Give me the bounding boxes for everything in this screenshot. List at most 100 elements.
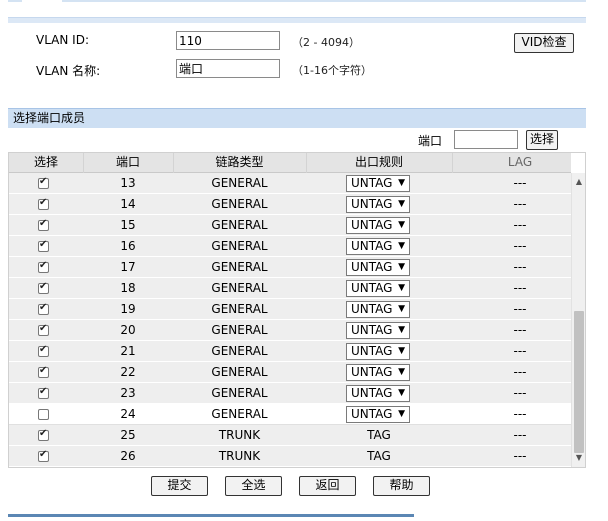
- port-member-checkbox[interactable]: [38, 365, 49, 378]
- link-type: GENERAL: [211, 260, 268, 274]
- port-member-checkbox[interactable]: [38, 197, 49, 210]
- lag-value: ---: [513, 260, 527, 274]
- dropdown-arrow-icon: ▼: [398, 220, 405, 230]
- port-number: 24: [120, 407, 136, 421]
- lag-value: ---: [513, 218, 527, 232]
- egress-rule-value: UNTAG: [351, 386, 393, 400]
- column-header-link-type: 链路类型: [215, 155, 264, 169]
- table-row: 14 GENERAL UNTAG ▼ ---: [9, 194, 571, 215]
- select-all-button[interactable]: 全选: [225, 476, 282, 496]
- vlan-name-input[interactable]: [176, 59, 280, 78]
- link-type: GENERAL: [211, 239, 268, 253]
- egress-rule-select[interactable]: UNTAG ▼: [346, 280, 410, 297]
- port-member-checkbox[interactable]: [38, 239, 49, 252]
- egress-rule-value: UNTAG: [351, 176, 393, 190]
- port-member-checkbox[interactable]: [38, 281, 49, 294]
- egress-rule-select[interactable]: UNTAG ▼: [346, 343, 410, 360]
- dropdown-arrow-icon: ▼: [398, 346, 405, 356]
- port-number: 23: [120, 386, 136, 400]
- egress-rule-value: TAG: [367, 449, 391, 463]
- egress-rule-select[interactable]: UNTAG ▼: [346, 385, 410, 402]
- submit-button[interactable]: 提交: [151, 476, 208, 496]
- lag-value: ---: [513, 323, 527, 337]
- egress-rule-select[interactable]: UNTAG ▼: [346, 322, 410, 339]
- link-type: GENERAL: [211, 218, 268, 232]
- port-member-checkbox[interactable]: [38, 409, 49, 420]
- table-row: 22 GENERAL UNTAG ▼ ---: [9, 362, 571, 383]
- link-type: TRUNK: [218, 428, 261, 442]
- table-row: 26 TRUNK TAG ---: [9, 446, 571, 467]
- dropdown-arrow-icon: ▼: [398, 199, 405, 209]
- egress-rule-value: UNTAG: [351, 218, 393, 232]
- egress-rule-select[interactable]: UNTAG ▼: [346, 175, 410, 192]
- egress-rule-select[interactable]: UNTAG ▼: [346, 217, 410, 234]
- egress-rule-value: UNTAG: [351, 323, 393, 337]
- vlan-name-label: VLAN 名称:: [36, 64, 101, 78]
- scroll-up-arrow-icon[interactable]: ▲: [572, 175, 585, 189]
- link-type: GENERAL: [211, 386, 268, 400]
- help-button[interactable]: 帮助: [373, 476, 430, 496]
- egress-rule-value: UNTAG: [351, 407, 393, 421]
- port-member-checkbox[interactable]: [38, 323, 49, 336]
- lag-value: ---: [513, 176, 527, 190]
- vid-check-button[interactable]: VID检查: [514, 33, 574, 53]
- table-row: 13 GENERAL UNTAG ▼ ---: [9, 173, 571, 194]
- link-type: GENERAL: [211, 365, 268, 379]
- port-member-checkbox[interactable]: [38, 260, 49, 273]
- egress-rule-select[interactable]: UNTAG ▼: [346, 364, 410, 381]
- egress-rule-select[interactable]: UNTAG ▼: [346, 196, 410, 213]
- table-row: 16 GENERAL UNTAG ▼ ---: [9, 236, 571, 257]
- lag-value: ---: [513, 239, 527, 253]
- port-member-checkbox[interactable]: [38, 218, 49, 231]
- column-header-egress-rule: 出口规则: [354, 155, 403, 169]
- port-number: 16: [120, 239, 136, 253]
- port-members-title: 选择端口成员: [13, 111, 86, 125]
- table-row: 25 TRUNK TAG ---: [9, 425, 571, 446]
- port-member-checkbox[interactable]: [38, 386, 49, 399]
- top-panel-bar: [8, 17, 586, 23]
- table-row: 24 GENERAL UNTAG ▼ ---: [9, 404, 571, 425]
- port-member-checkbox[interactable]: [38, 428, 49, 441]
- port-number: 20: [120, 323, 136, 337]
- lag-value: ---: [513, 302, 527, 316]
- port-member-table: 选择 端口 链路类型 出口规则 LAG 13GENERALUNTAG▼---14…: [8, 152, 586, 468]
- port-member-checkbox[interactable]: [38, 302, 49, 315]
- port-number: 13: [120, 176, 136, 190]
- port-number: 25: [120, 428, 136, 442]
- column-header-port: 端口: [115, 155, 140, 169]
- egress-rule-select[interactable]: UNTAG ▼: [346, 259, 410, 276]
- port-number: 19: [120, 302, 136, 316]
- port-members-header: 选择端口成员: [8, 108, 586, 128]
- dropdown-arrow-icon: ▼: [398, 241, 405, 251]
- port-number: 21: [120, 344, 136, 358]
- port-member-checkbox[interactable]: [38, 449, 49, 462]
- column-header-select: 选择: [33, 155, 58, 169]
- port-number: 15: [120, 218, 136, 232]
- scroll-down-arrow-icon[interactable]: ▼: [572, 451, 585, 465]
- egress-rule-value: UNTAG: [351, 197, 393, 211]
- egress-rule-select[interactable]: UNTAG ▼: [346, 301, 410, 318]
- link-type: GENERAL: [211, 197, 268, 211]
- dropdown-arrow-icon: ▼: [398, 262, 405, 272]
- vlan-id-input[interactable]: [176, 31, 280, 50]
- port-number: 17: [120, 260, 136, 274]
- egress-rule-value: UNTAG: [351, 344, 393, 358]
- egress-rule-select[interactable]: UNTAG ▼: [346, 238, 410, 255]
- lag-value: ---: [513, 197, 527, 211]
- lag-value: ---: [513, 407, 527, 421]
- table-scrollbar[interactable]: ▲ ▼: [571, 173, 585, 467]
- port-number: 26: [120, 449, 136, 463]
- lag-value: ---: [513, 281, 527, 295]
- table-row: 19 GENERAL UNTAG ▼ ---: [9, 299, 571, 320]
- port-select-button[interactable]: 选择: [526, 130, 558, 150]
- port-member-checkbox[interactable]: [38, 344, 49, 357]
- link-type: GENERAL: [211, 281, 268, 295]
- column-header-lag: LAG: [507, 155, 533, 169]
- link-type: GENERAL: [211, 344, 268, 358]
- egress-rule-select[interactable]: UNTAG ▼: [346, 406, 410, 423]
- scrollbar-thumb[interactable]: [574, 311, 584, 453]
- port-number: 18: [120, 281, 136, 295]
- port-member-checkbox[interactable]: [38, 176, 49, 189]
- back-button[interactable]: 返回: [299, 476, 356, 496]
- port-search-input[interactable]: [454, 130, 518, 149]
